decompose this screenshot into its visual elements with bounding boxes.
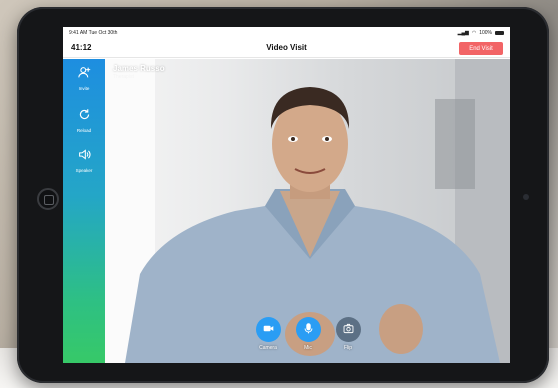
home-button[interactable] [37, 188, 59, 210]
sidebar-item-label: Speaker [75, 168, 93, 173]
signal-icon: ▂▄▆ [457, 29, 469, 36]
flip-label: Flip [343, 345, 353, 351]
flip-camera-icon [343, 321, 354, 339]
reload-icon [78, 108, 91, 126]
camera-label: Camera [259, 345, 277, 351]
page-title: Video Visit [266, 43, 307, 52]
flip-button[interactable] [335, 317, 361, 342]
visit-timer: 41:12 [71, 43, 92, 52]
flip-control[interactable]: Flip [335, 317, 361, 351]
sidebar-item-speaker[interactable]: Speaker [63, 148, 105, 178]
camera-control[interactable]: Camera [255, 317, 281, 351]
mic-control[interactable]: Mic [295, 317, 321, 351]
status-bar: 9:41 AM Tue Oct 30th ▂▄▆ ◠ 100% [63, 27, 510, 38]
status-time-date: 9:41 AM Tue Oct 30th [69, 29, 118, 36]
add-person-icon [77, 66, 91, 84]
video-feed: James Russo Therapist Camera Mic Flip [105, 59, 510, 363]
status-indicators: ▂▄▆ ◠ 100% [458, 30, 504, 36]
app-screen: 9:41 AM Tue Oct 30th ▂▄▆ ◠ 100% 41:12 Vi… [63, 27, 510, 363]
mic-button[interactable] [295, 317, 321, 342]
wifi-icon: ◠ [471, 29, 477, 36]
camera-button[interactable] [255, 317, 281, 342]
caller-name: James Russo [113, 64, 165, 73]
mic-label: Mic [304, 345, 312, 351]
battery-icon [495, 30, 504, 35]
sidebar-item-label: Reload [76, 128, 92, 133]
mic-icon [303, 321, 314, 339]
speaker-icon [78, 148, 91, 166]
sidebar-item-invite[interactable]: Invite [63, 66, 105, 96]
nav-bar: 41:12 Video Visit End Visit [63, 38, 510, 58]
front-camera [523, 194, 529, 200]
end-visit-button[interactable]: End Visit [459, 42, 503, 55]
sidebar-item-label: Invite [78, 86, 90, 91]
sidebar: Invite Reload Speaker [63, 59, 105, 363]
caller-role: Therapist [113, 74, 134, 80]
sidebar-item-reload[interactable]: Reload [63, 108, 105, 138]
call-controls: Camera Mic Flip [255, 317, 365, 357]
camera-icon [263, 321, 274, 339]
battery-percent: 100% [479, 29, 492, 36]
